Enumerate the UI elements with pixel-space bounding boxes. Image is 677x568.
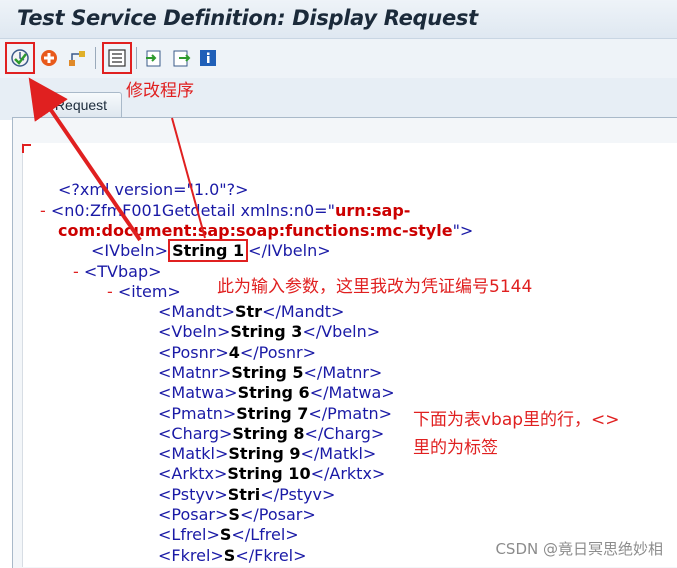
- xml-field-close-tag: </Mandt>: [262, 302, 345, 321]
- tab-request[interactable]: Request: [40, 92, 122, 117]
- ivbeln-value-input[interactable]: String 1: [168, 239, 249, 262]
- collapse-toggle[interactable]: -: [107, 282, 113, 301]
- xml-field-row: <Matnr>String 5</Matnr>: [158, 363, 382, 383]
- xml-field-open-tag: <Vbeln>: [158, 322, 231, 342]
- xml-field-value[interactable]: String 5: [231, 363, 303, 382]
- highlight-box-editor: [102, 42, 132, 74]
- xml-field-row: <Posnr>4</Posnr>: [158, 343, 316, 363]
- export-icon[interactable]: [170, 47, 192, 69]
- xml-field-close-tag: </Pmatn>: [308, 403, 393, 423]
- xml-field-close-tag: </Arktx>: [310, 464, 386, 484]
- xml-root-open: <n0:ZfmF001Getdetail xmlns:n0=": [50, 201, 335, 220]
- toolbar-separator: [136, 47, 137, 69]
- xml-item-line: - <item>: [107, 282, 181, 302]
- xml-field-open-tag: <Matnr>: [158, 362, 232, 382]
- xml-field-row: <Mandt>Str</Mandt>: [158, 302, 344, 322]
- annotation-modify-program: 修改程序: [126, 81, 194, 101]
- toolbar-separator: [95, 47, 96, 69]
- xml-field-close-tag: </Pstyv>: [260, 484, 336, 504]
- xml-field-close-tag: </Fkrel>: [235, 545, 307, 565]
- tab-request-label: Request: [54, 97, 108, 113]
- xml-namespace-part2: com:document:sap:soap:functions:mc-style: [58, 221, 453, 240]
- window-title: Test Service Definition: Display Request: [17, 6, 478, 30]
- xml-field-close-tag: </Posar>: [239, 505, 316, 524]
- xml-tvbap-open: <TVbap>: [83, 262, 162, 281]
- title-bar: Test Service Definition: Display Request: [0, 0, 677, 38]
- xml-field-open-tag: <Matwa>: [158, 383, 238, 403]
- xml-field-value[interactable]: S: [220, 525, 232, 544]
- xml-field-open-tag: <Fkrel>: [158, 545, 224, 565]
- collapse-toggle[interactable]: -: [73, 262, 79, 281]
- xml-field-value[interactable]: 4: [229, 343, 240, 362]
- xml-field-open-tag: <Matkl>: [158, 444, 229, 464]
- xml-field-row: <Fkrel>S</Fkrel>: [158, 546, 307, 566]
- info-icon[interactable]: [197, 47, 219, 69]
- xml-field-open-tag: <Arktx>: [158, 464, 228, 484]
- collapse-toggle[interactable]: -: [40, 201, 46, 220]
- highlight-box-execute: [5, 42, 35, 74]
- xml-field-close-tag: </Matnr>: [303, 362, 383, 382]
- xml-field-value[interactable]: String 9: [228, 444, 300, 463]
- xml-field-value[interactable]: S: [224, 546, 236, 565]
- xml-field-value[interactable]: String 6: [238, 383, 310, 402]
- hierarchy-icon[interactable]: [66, 47, 88, 69]
- xml-field-row: <Lfrel>S</Lfrel>: [158, 525, 299, 545]
- xml-tvbap-line: - <TVbap>: [73, 262, 162, 282]
- xml-field-value[interactable]: Str: [235, 302, 262, 321]
- xml-field-row: <Arktx>String 10</Arktx>: [158, 464, 385, 484]
- xml-field-value[interactable]: S: [228, 505, 240, 524]
- xml-root-line: - <n0:ZfmF001Getdetail xmlns:n0="urn:sap…: [40, 201, 410, 221]
- xml-field-value[interactable]: String 8: [232, 424, 304, 443]
- xml-ivbeln-close: </IVbeln>: [248, 241, 331, 260]
- xml-field-open-tag: <Pstyv>: [158, 484, 228, 504]
- xml-declaration: <?xml version="1.0"?>: [58, 180, 249, 199]
- xml-field-row: <Pstyv>Stri</Pstyv>: [158, 485, 335, 505]
- xml-field-open-tag: <Charg>: [158, 423, 233, 443]
- xml-field-open-tag: <Posar>: [158, 505, 229, 524]
- xml-field-value[interactable]: Stri: [228, 485, 261, 504]
- import-icon[interactable]: [143, 47, 165, 69]
- xml-field-row: <Charg>String 8</Charg>: [158, 424, 384, 444]
- xml-namespace-line: com:document:sap:soap:functions:mc-style…: [58, 221, 473, 241]
- xml-field-close-tag: </Lfrel>: [231, 525, 299, 545]
- xml-namespace-part1: urn:sap-: [334, 201, 411, 220]
- xml-field-open-tag: <Mandt>: [158, 302, 235, 321]
- xml-field-value[interactable]: String 7: [236, 404, 308, 423]
- xml-field-open-tag: <Pmatn>: [158, 403, 237, 423]
- xml-field-row: <Vbeln>String 3</Vbeln>: [158, 322, 380, 342]
- watermark: CSDN @竟日冥思绝妙相: [495, 540, 663, 558]
- xml-field-value[interactable]: String 3: [230, 322, 302, 341]
- xml-field-close-tag: </Matwa>: [309, 383, 395, 403]
- xml-field-row: <Matkl>String 9</Matkl>: [158, 444, 376, 464]
- xml-field-open-tag: <Lfrel>: [158, 525, 220, 545]
- xml-namespace-close: ">: [452, 221, 474, 240]
- xml-field-open-tag: <Posnr>: [158, 342, 229, 362]
- xml-field-value[interactable]: String 10: [227, 464, 310, 483]
- xml-field-row: <Pmatn>String 7</Pmatn>: [158, 404, 392, 424]
- xml-field-close-tag: </Charg>: [304, 423, 385, 443]
- xml-field-close-tag: </Vbeln>: [302, 322, 381, 342]
- xml-field-close-tag: </Matkl>: [300, 444, 377, 464]
- xml-field-row: <Matwa>String 6</Matwa>: [158, 383, 395, 403]
- corner-marker: [22, 144, 31, 153]
- annotation-rows-note-2: 里的为标签: [413, 438, 498, 458]
- annotation-input-param: 此为输入参数，这里我改为凭证编号5144: [217, 277, 533, 297]
- stop-icon[interactable]: [38, 47, 60, 69]
- xml-field-row: <Posar>S</Posar>: [158, 505, 316, 525]
- xml-item-open: <item>: [117, 282, 181, 301]
- annotation-rows-note-1: 下面为表vbap里的行，<>: [413, 410, 620, 430]
- xml-ivbeln-open: <IVbeln>: [91, 241, 169, 260]
- xml-ivbeln-line: <IVbeln> String 1 </IVbeln>: [91, 239, 331, 262]
- xml-field-close-tag: </Posnr>: [239, 342, 316, 362]
